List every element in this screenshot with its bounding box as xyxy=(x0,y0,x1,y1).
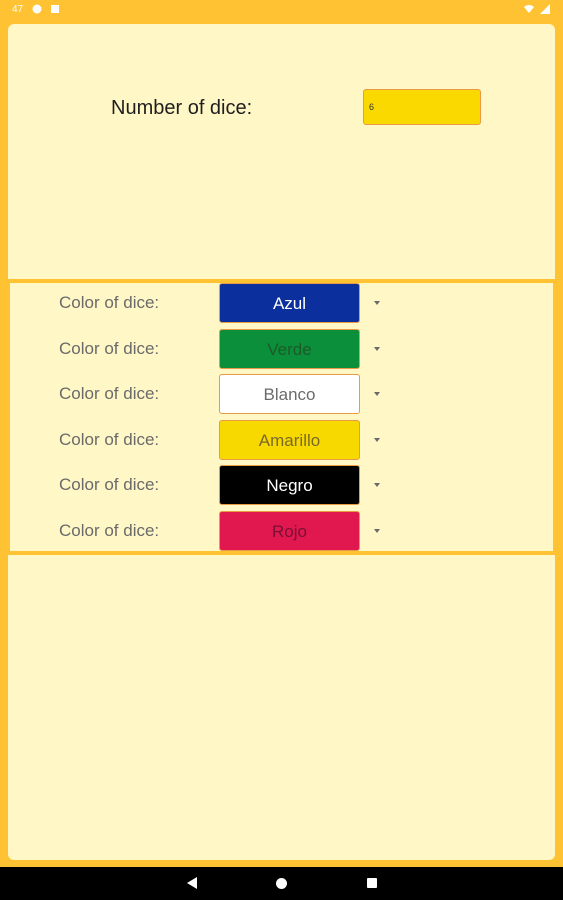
number-of-dice-input[interactable]: 6 xyxy=(363,89,481,125)
number-of-dice-label: Number of dice: xyxy=(111,97,253,119)
battery-icon xyxy=(540,4,550,14)
dropdown-arrow-icon[interactable] xyxy=(374,483,380,488)
dropdown-arrow-icon[interactable] xyxy=(374,437,380,442)
status-time: 47 xyxy=(12,4,24,15)
color-of-dice-label: Color of dice: xyxy=(59,521,160,540)
empty-panel xyxy=(8,555,555,860)
status-bar: 47 xyxy=(0,0,563,20)
dice-color-select[interactable]: Verde xyxy=(219,328,360,369)
dice-color-select[interactable]: Azul xyxy=(219,283,360,323)
back-icon[interactable] xyxy=(187,877,197,889)
color-of-dice-label: Color of dice: xyxy=(59,293,160,312)
number-of-dice-panel xyxy=(8,24,555,279)
dice-color-select[interactable]: Amarillo xyxy=(219,419,360,460)
wifi-icon xyxy=(524,5,534,13)
color-of-dice-label: Color of dice: xyxy=(59,338,160,358)
color-of-dice-label: Color of dice: xyxy=(59,429,160,449)
notification-icon xyxy=(32,4,42,14)
navigation-bar xyxy=(0,867,563,900)
recents-icon[interactable] xyxy=(367,878,377,888)
sd-card-icon xyxy=(51,5,59,13)
color-of-dice-label: Color of dice: xyxy=(59,384,160,404)
dropdown-arrow-icon[interactable] xyxy=(374,301,380,305)
home-icon[interactable] xyxy=(276,878,287,889)
dice-color-select[interactable]: Negro xyxy=(219,465,360,506)
dice-color-select[interactable]: Rojo xyxy=(219,511,360,551)
dropdown-arrow-icon[interactable] xyxy=(374,392,380,397)
color-of-dice-label: Color of dice: xyxy=(59,475,160,495)
dropdown-arrow-icon[interactable] xyxy=(374,346,380,351)
dice-color-select[interactable]: Blanco xyxy=(219,374,360,415)
dropdown-arrow-icon[interactable] xyxy=(374,529,380,533)
